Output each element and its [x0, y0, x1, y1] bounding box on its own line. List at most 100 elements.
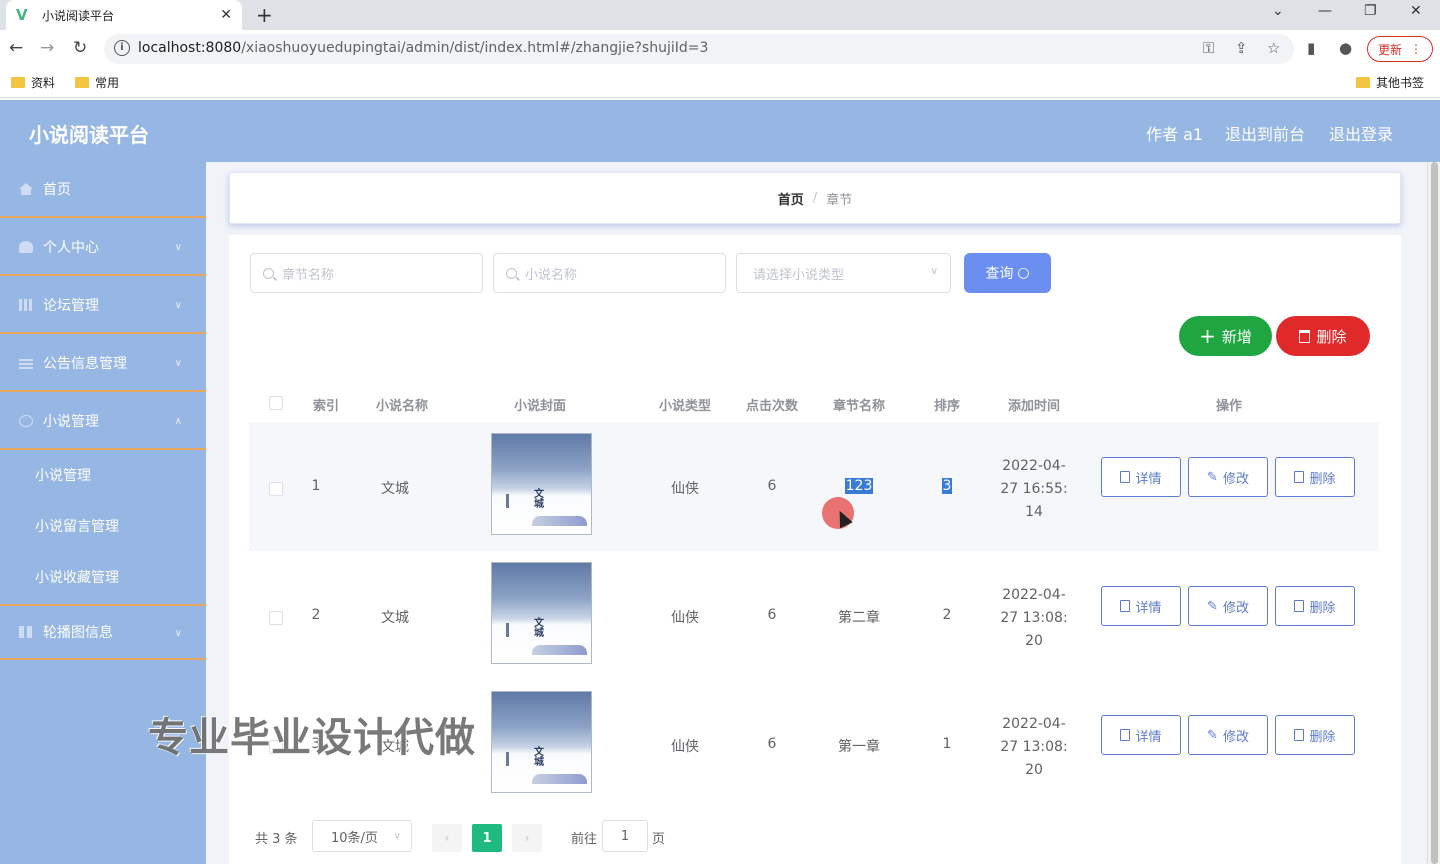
cover-decoration [506, 494, 509, 508]
new-tab-icon[interactable]: + [256, 3, 273, 27]
detail-button[interactable]: 详情 [1101, 715, 1181, 755]
bookmark-folder-ziliao[interactable]: 资料 [11, 74, 55, 91]
back-icon[interactable]: ← [9, 38, 23, 58]
profile-icon[interactable]: ● [1339, 39, 1352, 57]
query-label: 查询 [985, 266, 1014, 282]
detail-button[interactable]: 详情 [1101, 586, 1181, 626]
reload-icon[interactable]: ↻ [73, 38, 87, 58]
page-number-button[interactable]: 1 [472, 824, 502, 852]
delete-button[interactable]: 删除 [1275, 457, 1355, 497]
select-all-checkbox[interactable] [269, 396, 283, 410]
page-size-select[interactable]: 10条/页 ∨ [312, 820, 412, 852]
th-novel-name: 小说名称 [375, 399, 428, 414]
bookmarks-bar: 资料 常用 其他书签 [0, 68, 1440, 98]
cell-order: 3 [912, 478, 982, 494]
sidebar-sub-label: 小说管理 [35, 468, 91, 484]
close-window-icon[interactable]: ✕ [1410, 3, 1422, 19]
bookmark-label: 常用 [95, 76, 120, 90]
document-icon [1120, 729, 1131, 741]
close-tab-icon[interactable]: ✕ [220, 7, 232, 23]
user-icon [19, 241, 33, 253]
sidebar-item-carousel[interactable]: 轮播图信息 ∨ [0, 604, 206, 660]
edit-label: 修改 [1222, 600, 1249, 616]
time-line: 27 16:55: [1000, 481, 1068, 497]
browser-tab[interactable]: V 小说阅读平台 ✕ [6, 0, 242, 30]
th-click-count: 点击次数 [745, 399, 798, 414]
sidebar-sub-novel-favorites[interactable]: 小说收藏管理 [0, 552, 206, 602]
cell-order: 2 [942, 607, 952, 623]
browser-tab-bar: V 小说阅读平台 ✕ + ⌄ — ❐ ✕ [0, 0, 1440, 30]
row-checkbox[interactable] [269, 482, 283, 496]
add-button[interactable]: + 新增 [1179, 316, 1272, 356]
update-button[interactable]: 更新 ⋮ [1367, 36, 1433, 62]
edit-label: 修改 [1222, 471, 1249, 487]
chevron-right-icon: › [524, 831, 530, 845]
share-icon[interactable]: ⇪ [1235, 39, 1248, 57]
sidebar-item-novel[interactable]: 小说管理 ∧ [0, 394, 206, 450]
site-info-icon[interactable]: i [114, 40, 130, 56]
chevron-down-icon: ∨ [174, 300, 182, 311]
batch-delete-button[interactable]: 删除 [1276, 316, 1370, 356]
chevron-down-icon: ∨ [174, 242, 182, 253]
minimize-icon[interactable]: — [1318, 3, 1332, 19]
tab-search-icon[interactable]: ⌄ [1272, 3, 1284, 19]
time-line: 27 13:08: [1000, 739, 1068, 755]
page-scrollbar[interactable] [1427, 162, 1440, 864]
chapter-name-placeholder: 章节名称 [282, 267, 335, 283]
sidebar-sub-novel-manage[interactable]: 小说管理 [0, 450, 206, 500]
edit-label: 修改 [1222, 729, 1249, 745]
restore-icon[interactable]: ❐ [1364, 3, 1377, 19]
edit-button[interactable]: ✎ 修改 [1188, 586, 1268, 626]
sidebar-item-notice[interactable]: 公告信息管理 ∨ [0, 336, 206, 392]
delete-button[interactable]: 删除 [1275, 586, 1355, 626]
novel-cover-image: 文城 [491, 691, 592, 793]
sidebar-item-forum[interactable]: 论坛管理 ∨ [0, 278, 206, 334]
page-size-value: 10条/页 [331, 830, 378, 846]
folder-icon [75, 77, 89, 88]
novel-name-input[interactable]: 小说名称 [493, 253, 726, 293]
breadcrumb-separator: / [812, 190, 818, 206]
edit-button[interactable]: ✎ 修改 [1188, 715, 1268, 755]
table-header: 索引 小说名称 小说封面 小说类型 点击次数 章节名称 排序 添加时间 操作 [249, 385, 1379, 419]
other-bookmarks[interactable]: 其他书签 [1356, 74, 1424, 91]
url-path: /xiaoshuoyuedupingtai/admin/dist/index.h… [241, 40, 709, 56]
cover-title: 文城 [534, 747, 544, 768]
sidebar-item-personal[interactable]: 个人中心 ∨ [0, 220, 206, 276]
url-field[interactable]: i localhost:8080/xiaoshuoyuedupingtai/ad… [104, 34, 1294, 64]
bookmark-star-icon[interactable]: ☆ [1267, 39, 1280, 57]
chevron-down-icon: ∨ [174, 628, 182, 639]
sidebar-item-home[interactable]: 首页 [0, 162, 206, 218]
goto-page-input[interactable]: 1 [602, 820, 648, 852]
logout-link[interactable]: 退出登录 [1329, 121, 1393, 145]
selected-text: 123 [844, 478, 874, 494]
side-panel-icon[interactable]: ▮ [1307, 39, 1315, 57]
scrollbar-thumb[interactable] [1431, 162, 1438, 864]
url-host: localhost:8080 [138, 40, 242, 56]
sidebar-sub-novel-comments[interactable]: 小说留言管理 [0, 501, 206, 551]
exit-to-front-link[interactable]: 退出到前台 [1225, 121, 1305, 145]
time-line: 14 [1025, 504, 1043, 520]
goto-label: 前往 [571, 832, 598, 847]
table-row: 1 文城 文城 仙侠 6 123 3 2022-04- 27 16:55: 14… [249, 422, 1379, 551]
forward-icon[interactable]: → [40, 38, 54, 58]
novel-type-select[interactable]: 请选择小说类型 ∨ [736, 253, 951, 293]
chapter-name-input[interactable]: 章节名称 [250, 253, 483, 293]
search-icon [506, 267, 517, 279]
bookmark-folder-changyong[interactable]: 常用 [75, 74, 119, 91]
edit-button[interactable]: ✎ 修改 [1188, 457, 1268, 497]
more-menu-icon: ⋮ [1410, 42, 1422, 56]
row-checkbox[interactable] [269, 611, 283, 625]
key-icon[interactable]: ⚿ [1203, 39, 1214, 57]
next-page-button[interactable]: › [512, 824, 542, 852]
breadcrumb-home[interactable]: 首页 [778, 189, 804, 208]
update-label: 更新 [1377, 42, 1402, 57]
query-button[interactable]: 查询 ○ [964, 253, 1051, 293]
page-suffix: 页 [652, 832, 666, 847]
delete-button[interactable]: 删除 [1275, 715, 1355, 755]
plus-icon: + [1199, 324, 1216, 348]
prev-page-button[interactable]: ‹ [432, 824, 462, 852]
add-label: 新增 [1221, 327, 1252, 346]
sidebar-item-label: 论坛管理 [43, 298, 99, 314]
vue-logo-icon: V [16, 6, 28, 24]
detail-button[interactable]: 详情 [1101, 457, 1181, 497]
